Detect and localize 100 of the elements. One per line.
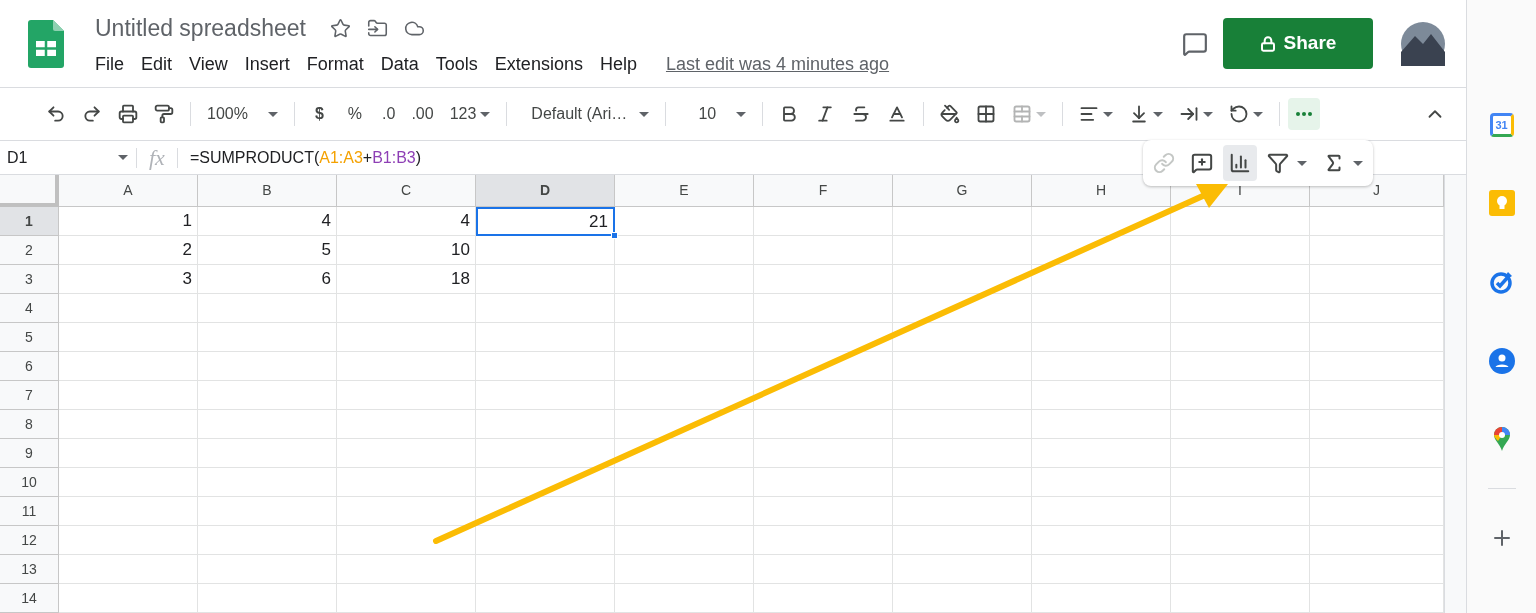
table-cell[interactable] [337,584,476,613]
table-cell[interactable] [615,323,754,352]
table-cell[interactable] [893,381,1032,410]
table-cell[interactable] [59,468,198,497]
table-cell[interactable] [337,468,476,497]
table-cell[interactable] [59,526,198,555]
table-cell[interactable] [476,526,615,555]
table-cell[interactable] [198,439,337,468]
table-cell[interactable] [893,294,1032,323]
table-cell[interactable] [198,555,337,584]
table-cell[interactable] [893,526,1032,555]
lightbulb-icon[interactable] [1488,190,1515,216]
table-cell[interactable] [615,294,754,323]
table-cell[interactable] [337,497,476,526]
number-format-dropdown[interactable]: 123 [441,98,499,130]
table-cell[interactable] [754,410,893,439]
table-cell[interactable] [476,352,615,381]
table-cell[interactable] [1032,526,1171,555]
table-cell[interactable] [198,381,337,410]
table-cell[interactable] [615,352,754,381]
table-cell[interactable] [1032,236,1171,265]
table-cell[interactable] [198,468,337,497]
table-cell[interactable] [1171,555,1310,584]
table-cell[interactable] [1171,381,1310,410]
increase-decimal-button[interactable]: .00 [403,98,442,130]
row-header[interactable]: 3 [0,265,59,294]
table-cell[interactable] [476,381,615,410]
table-cell[interactable] [615,236,754,265]
table-cell[interactable]: 1 [59,207,198,236]
table-cell[interactable] [1032,294,1171,323]
table-cell[interactable] [754,265,893,294]
column-header[interactable]: G [893,175,1032,207]
table-cell[interactable] [59,555,198,584]
column-header[interactable]: A [59,175,198,207]
menu-item[interactable]: Insert [244,51,290,78]
table-cell[interactable] [754,468,893,497]
table-cell[interactable] [337,294,476,323]
menu-item[interactable]: Format [306,51,364,78]
table-cell[interactable] [476,294,615,323]
row-header[interactable]: 12 [0,526,59,555]
row-header[interactable]: 8 [0,410,59,439]
table-cell[interactable] [754,352,893,381]
table-cell[interactable] [893,439,1032,468]
table-cell[interactable] [476,497,615,526]
share-button[interactable]: Share [1223,18,1373,69]
table-cell[interactable] [754,526,893,555]
table-cell[interactable] [198,352,337,381]
table-cell[interactable] [893,410,1032,439]
table-cell[interactable] [893,323,1032,352]
sheets-logo-icon[interactable] [28,20,64,68]
table-cell[interactable] [615,584,754,613]
check-circle-icon[interactable] [1488,269,1515,295]
table-cell[interactable]: 18 [337,265,476,294]
name-box[interactable]: D1 [0,145,136,170]
table-cell[interactable] [615,207,754,236]
table-cell[interactable] [476,468,615,497]
comment-icon[interactable] [1182,30,1208,57]
column-header[interactable]: F [754,175,893,207]
formula-field[interactable]: =SUMPRODUCT(A1:A3+B1:B3) [177,145,422,170]
menu-item[interactable]: Edit [141,51,173,78]
chart-button[interactable] [1223,145,1257,181]
menu-item[interactable]: Help [599,51,637,78]
table-cell[interactable] [754,555,893,584]
table-cell[interactable] [337,526,476,555]
table-cell[interactable] [59,323,198,352]
table-cell[interactable] [337,352,476,381]
table-cell[interactable] [1032,555,1171,584]
table-cell[interactable] [1032,468,1171,497]
table-cell[interactable]: 21 [476,207,615,236]
table-cell[interactable] [754,497,893,526]
table-cell[interactable]: 3 [59,265,198,294]
table-cell[interactable] [59,584,198,613]
more-button[interactable] [1288,98,1321,130]
scrollbar[interactable] [1444,175,1466,613]
row-header[interactable]: 2 [0,236,59,265]
row-header[interactable]: 5 [0,323,59,352]
table-cell[interactable]: 10 [337,236,476,265]
table-cell[interactable] [198,526,337,555]
table-cell[interactable] [59,410,198,439]
table-cell[interactable] [198,410,337,439]
row-header[interactable]: 9 [0,439,59,468]
table-cell[interactable] [59,381,198,410]
table-cell[interactable] [1171,323,1310,352]
avatar[interactable] [1401,21,1445,66]
row-header[interactable]: 10 [0,468,59,497]
table-cell[interactable] [615,526,754,555]
table-cell[interactable] [476,584,615,613]
table-cell[interactable] [1032,352,1171,381]
table-cell[interactable] [754,294,893,323]
font-size-dropdown[interactable]: 10 [674,98,755,130]
font-dropdown[interactable]: Default (Ari… [515,98,658,130]
table-cell[interactable] [754,584,893,613]
table-cell[interactable] [615,468,754,497]
calendar-icon[interactable]: 31 [1489,113,1514,137]
document-title[interactable]: Untitled spreadsheet [95,10,306,46]
currency-button[interactable]: $ [302,98,336,130]
table-cell[interactable] [1171,236,1310,265]
table-cell[interactable] [893,584,1032,613]
table-cell[interactable] [1171,265,1310,294]
table-cell[interactable] [754,207,893,236]
